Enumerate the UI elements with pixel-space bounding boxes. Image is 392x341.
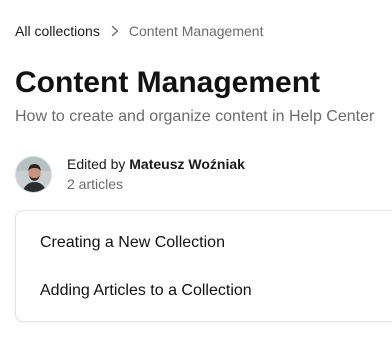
articles-list: Creating a New Collection Adding Article… [15,210,392,322]
breadcrumb-current: Content Management [128,23,264,39]
article-link-creating-a-new-collection[interactable]: Creating a New Collection [40,233,225,253]
breadcrumb: All collections Content Management [15,22,263,40]
edited-by-line: Edited by Mateusz Woźniak [67,154,245,174]
breadcrumb-all-collections-link[interactable]: All collections [15,22,100,40]
author-text: Edited by Mateusz Woźniak 2 articles [67,154,245,194]
edited-by-prefix: Edited by [67,156,126,172]
page-subtitle: How to create and organize content in He… [15,108,375,125]
article-link-adding-articles-to-a-collection[interactable]: Adding Articles to a Collection [40,281,252,301]
author-info: Edited by Mateusz Woźniak 2 articles [15,154,245,194]
page-title: Content Management [15,66,321,99]
collection-page: All collections Content Management Conte… [0,0,392,341]
chevron-right-icon [108,24,122,38]
author-name: Mateusz Woźniak [129,156,245,172]
avatar [15,155,52,193]
article-count: 2 articles [67,176,124,192]
